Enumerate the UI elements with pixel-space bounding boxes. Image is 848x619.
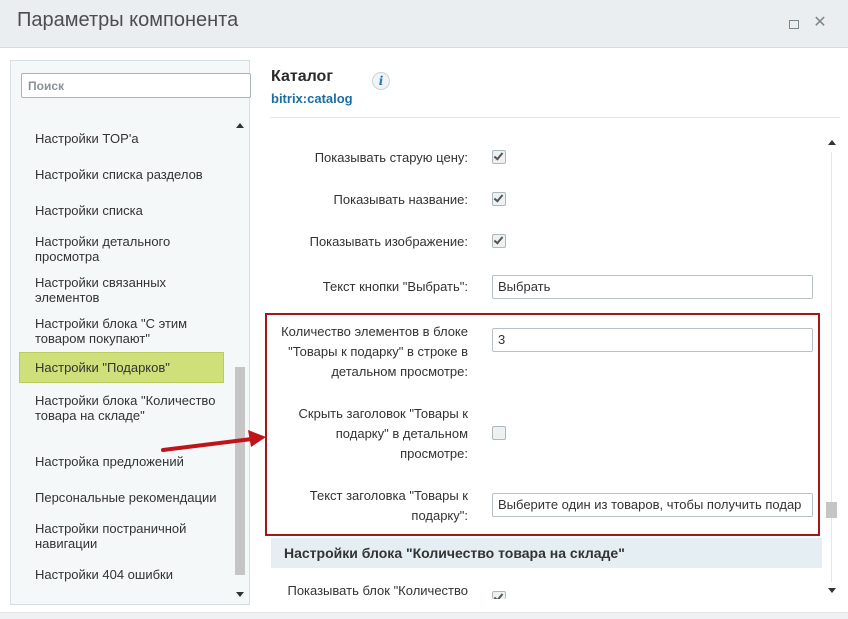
scroll-up-icon[interactable] xyxy=(236,123,244,128)
dialog-titlebar: Параметры компонента ✕ xyxy=(0,0,848,48)
gift-count-input[interactable]: 3 xyxy=(492,328,813,352)
header-divider xyxy=(270,117,840,118)
sidebar-item-top[interactable]: Настройки TOP'a xyxy=(19,131,224,146)
check-icon xyxy=(493,592,504,599)
param-label-show-image: Показывать изображение: xyxy=(309,234,468,249)
info-icon[interactable]: i xyxy=(372,72,390,90)
show-stock-block-checkbox[interactable] xyxy=(492,591,506,599)
scroll-down-icon[interactable] xyxy=(236,592,244,597)
check-icon xyxy=(493,150,504,161)
annotation-arrow-icon xyxy=(161,430,266,452)
gift-title-input[interactable]: Выберите один из товаров, чтобы получить… xyxy=(492,493,813,517)
hide-gift-title-checkbox[interactable] xyxy=(492,426,506,440)
sidebar-item-sections-list[interactable]: Настройки списка разделов xyxy=(19,167,224,182)
check-icon xyxy=(493,192,504,203)
sidebar-item-pagination[interactable]: Настройки постраничной навигации xyxy=(19,521,224,551)
content-scrollbar[interactable] xyxy=(824,134,840,599)
dialog-footer xyxy=(0,612,848,619)
component-title: Каталог xyxy=(271,68,333,85)
param-label-show-name: Показывать название: xyxy=(333,192,468,207)
search-input[interactable] xyxy=(21,73,251,98)
button-text-input[interactable]: Выбрать xyxy=(492,275,813,299)
close-icon[interactable]: ✕ xyxy=(812,14,828,32)
section-stock-header: Настройки блока "Количество товара на ск… xyxy=(271,538,822,568)
param-label-gift-title-text: Текст заголовка "Товары к подарку": xyxy=(309,488,468,523)
sidebar-scrollbar[interactable] xyxy=(233,117,247,602)
scroll-thumb[interactable] xyxy=(235,367,245,575)
show-image-checkbox[interactable] xyxy=(492,234,506,248)
sidebar-item-gifts[interactable]: Настройки "Подарков" xyxy=(19,352,224,383)
component-code: bitrix:catalog xyxy=(271,91,353,106)
param-label-button-text: Текст кнопки "Выбрать": xyxy=(322,279,468,294)
sidebar-item-related[interactable]: Настройки связанных элементов xyxy=(19,275,224,305)
sidebar: Настройки TOP'a Настройки списка раздело… xyxy=(10,60,251,605)
scroll-thumb[interactable] xyxy=(826,502,837,518)
sidebar-item-list[interactable]: Настройки списка xyxy=(19,203,224,218)
sidebar-item-also-buy[interactable]: Настройки блока "С этим товаром покупают… xyxy=(19,316,224,346)
param-label-hide-gift-title: Скрыть заголовок "Товары к подарку" в де… xyxy=(298,406,468,461)
component-settings-dialog: Параметры компонента ✕ Настройки TOP'a Н… xyxy=(0,0,848,619)
sidebar-item-404[interactable]: Настройки 404 ошибки xyxy=(19,567,224,582)
sidebar-item-stock[interactable]: Настройки блока "Количество товара на ск… xyxy=(19,393,224,423)
scroll-down-icon[interactable] xyxy=(828,588,836,593)
maximize-icon[interactable] xyxy=(786,16,802,32)
show-name-checkbox[interactable] xyxy=(492,192,506,206)
check-icon xyxy=(493,234,504,245)
sidebar-item-recommendations[interactable]: Персональные рекомендации xyxy=(19,490,224,505)
old-price-checkbox[interactable] xyxy=(492,150,506,164)
sidebar-item-detail[interactable]: Настройки детального просмотра xyxy=(19,234,224,264)
param-label-show-stock-block: Показывать блок "Количество xyxy=(287,583,468,598)
sidebar-item-offers[interactable]: Настройка предложений xyxy=(19,454,224,469)
scroll-up-icon[interactable] xyxy=(828,140,836,145)
param-label-gift-count: Количество элементов в блоке "Товары к п… xyxy=(281,324,468,379)
param-label-old-price: Показывать старую цену: xyxy=(314,150,468,165)
dialog-title: Параметры компонента xyxy=(17,9,239,31)
